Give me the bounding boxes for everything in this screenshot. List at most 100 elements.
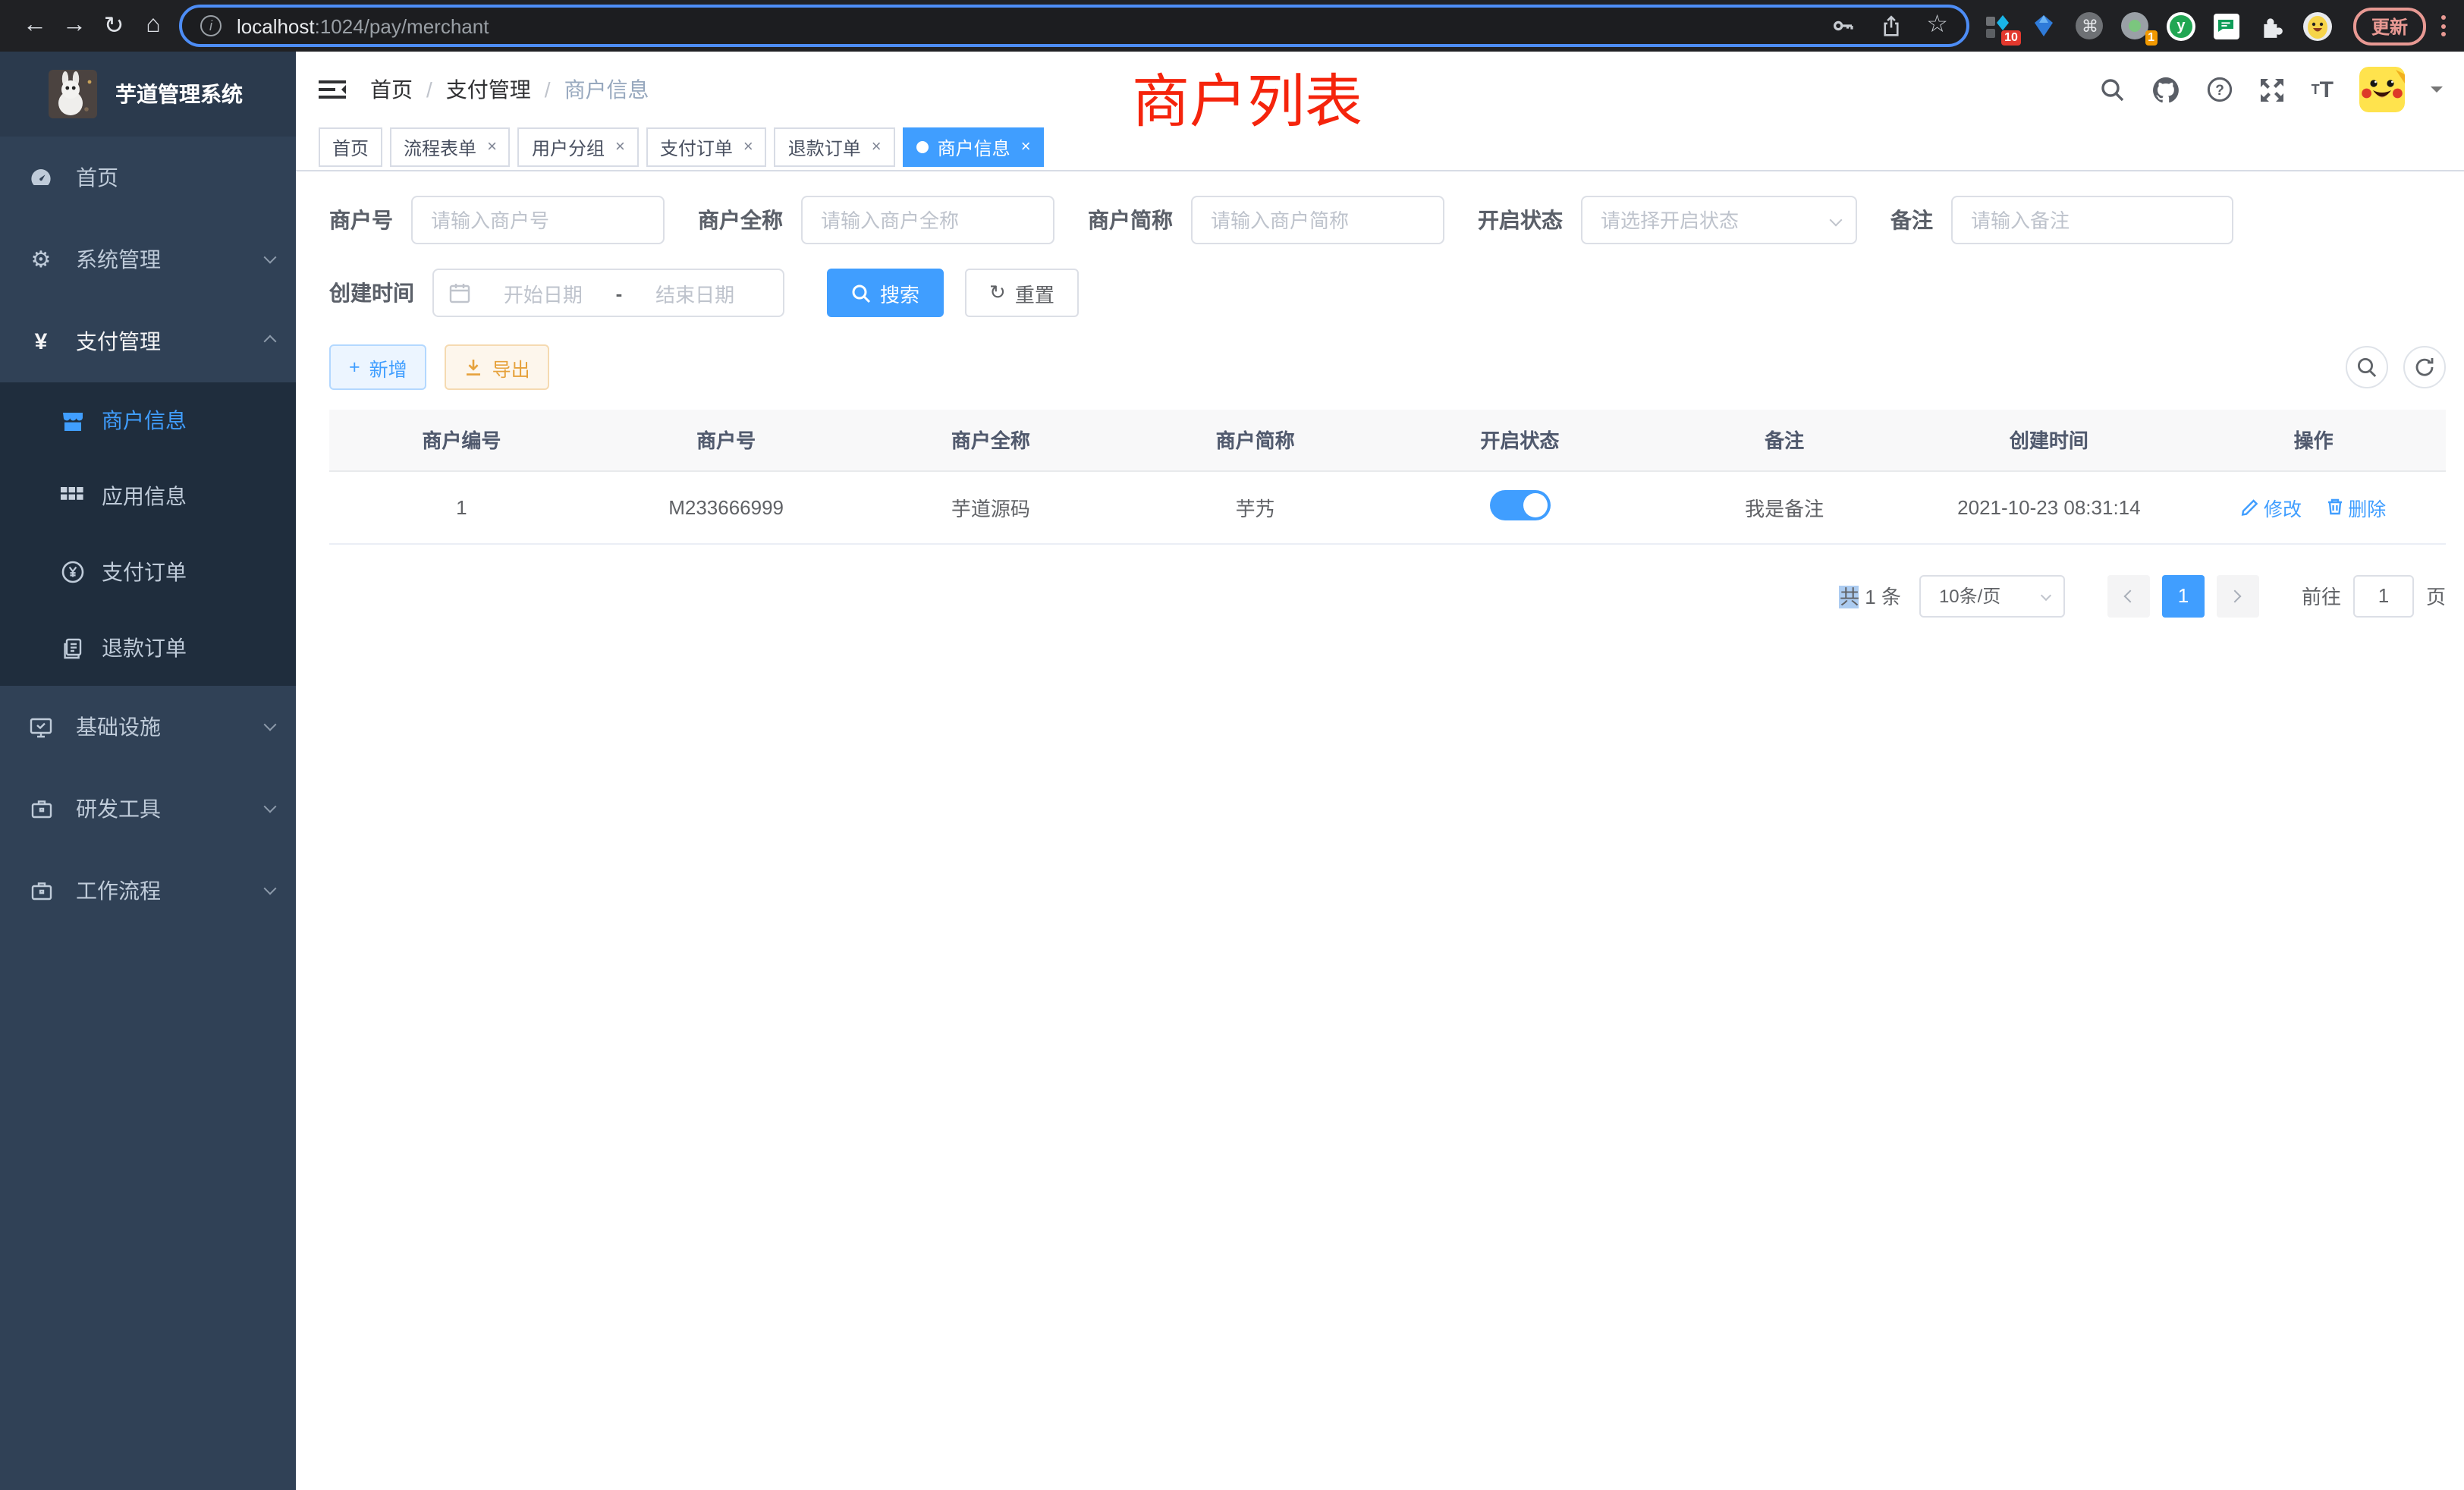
site-info-icon[interactable]: i: [200, 15, 222, 36]
close-icon[interactable]: ×: [743, 139, 753, 156]
close-icon[interactable]: ×: [615, 139, 625, 156]
extension-chat-icon[interactable]: [2212, 11, 2241, 40]
cell-short-name: 芋艿: [1123, 470, 1388, 543]
close-icon[interactable]: ×: [872, 139, 882, 156]
prev-page-button[interactable]: [2107, 574, 2150, 617]
delete-link[interactable]: 删除: [2325, 492, 2386, 521]
sidebar-item-payment[interactable]: ¥ 支付管理: [0, 300, 296, 382]
yen-circle-icon: [59, 560, 85, 584]
address-bar[interactable]: i localhost:1024/pay/merchant ☆: [179, 5, 1969, 47]
sidebar-item-dev-tools[interactable]: 研发工具: [0, 768, 296, 850]
sidebar-item-home[interactable]: 首页: [0, 137, 296, 218]
cell-remark: 我是备注: [1652, 470, 1917, 543]
status-select[interactable]: [1581, 196, 1857, 244]
tab-home[interactable]: 首页: [319, 127, 382, 167]
extension-yudao-icon[interactable]: y: [2167, 11, 2195, 40]
chevron-down-icon: [264, 718, 277, 731]
toggle-search-button[interactable]: [2346, 346, 2388, 388]
extension-command-icon[interactable]: ⌘: [2076, 11, 2104, 40]
tab-pay-order[interactable]: 支付订单×: [646, 127, 767, 167]
extensions-area: 10 ⌘ 1 y: [1985, 11, 2332, 40]
tab-merchant-info[interactable]: 商户信息×: [903, 127, 1045, 167]
add-button[interactable]: + 新增: [329, 344, 427, 390]
sidebar-item-refund-order[interactable]: 退款订单: [0, 610, 296, 686]
reset-button[interactable]: ↻ 重置: [965, 269, 1079, 317]
browser-menu-icon[interactable]: [2435, 15, 2452, 36]
extension-recorder-icon[interactable]: 1: [2121, 11, 2150, 40]
short-name-input[interactable]: [1191, 196, 1444, 244]
remark-input[interactable]: [1951, 196, 2233, 244]
extension-gem-icon[interactable]: [2030, 11, 2059, 40]
sidebar-item-label: 支付订单: [102, 557, 187, 587]
back-icon[interactable]: ←: [15, 12, 55, 39]
yen-icon: ¥: [27, 328, 55, 354]
remark-label: 备注: [1890, 205, 1933, 235]
github-icon[interactable]: [2152, 75, 2181, 104]
cell-merchant-no: M233666999: [594, 470, 859, 543]
avatar-dropdown-caret[interactable]: [2431, 86, 2443, 99]
plus-icon: +: [349, 357, 360, 378]
cell-merchant-id: 1: [329, 470, 594, 543]
sidebar-item-infrastructure[interactable]: 基础设施: [0, 686, 296, 768]
url-path: :1024/pay/merchant: [315, 14, 489, 37]
full-name-input[interactable]: [801, 196, 1054, 244]
search-button[interactable]: 搜索: [827, 269, 944, 317]
password-key-icon[interactable]: [1831, 14, 1855, 38]
date-range-picker[interactable]: 开始日期 - 结束日期: [432, 269, 784, 317]
chevron-down-icon: [264, 251, 277, 264]
sidebar-fold-icon[interactable]: [319, 76, 346, 103]
forward-icon[interactable]: →: [55, 12, 94, 39]
fullscreen-icon[interactable]: [2260, 77, 2286, 102]
extensions-puzzle-icon[interactable]: [2258, 11, 2286, 40]
close-icon[interactable]: ×: [1021, 139, 1031, 156]
date-end-placeholder: 结束日期: [622, 278, 768, 307]
user-avatar[interactable]: [2359, 67, 2405, 112]
help-icon[interactable]: ?: [2207, 76, 2234, 103]
breadcrumb-home[interactable]: 首页: [370, 74, 413, 105]
sidebar-item-label: 商户信息: [102, 405, 187, 435]
page-header: 首页 / 支付管理 / 商户信息 ?: [296, 52, 2464, 127]
close-icon[interactable]: ×: [487, 139, 497, 156]
font-size-icon[interactable]: TT: [2312, 77, 2334, 102]
svg-text:?: ?: [2216, 83, 2225, 99]
sidebar-logo[interactable]: 芋道管理系统: [0, 52, 296, 137]
extension-tabs-icon[interactable]: 10: [1985, 11, 2013, 40]
reload-icon[interactable]: ↻: [94, 11, 134, 41]
refresh-table-button[interactable]: [2403, 346, 2446, 388]
breadcrumb-current: 商户信息: [564, 74, 649, 105]
page-size-select[interactable]: 10条/页: [1919, 574, 2065, 617]
tab-user-group[interactable]: 用户分组×: [518, 127, 639, 167]
url-host: localhost: [237, 14, 315, 37]
export-button[interactable]: 导出: [445, 344, 550, 390]
y-glyph: y: [2170, 14, 2192, 37]
next-page-button[interactable]: [2217, 574, 2259, 617]
sidebar-item-workflow[interactable]: 工作流程: [0, 850, 296, 932]
bookmark-star-icon[interactable]: ☆: [1926, 14, 1948, 38]
goto-page-input[interactable]: [2353, 574, 2414, 617]
profile-avatar-icon[interactable]: [2303, 11, 2332, 40]
sidebar: 芋道管理系统 首页 ⚙ 系统管理 ¥ 支付管理: [0, 52, 296, 1490]
share-icon[interactable]: [1879, 14, 1902, 37]
refresh-icon: [2414, 357, 2435, 378]
breadcrumb-payment[interactable]: 支付管理: [446, 74, 531, 105]
sidebar-item-system[interactable]: ⚙ 系统管理: [0, 218, 296, 300]
home-icon[interactable]: ⌂: [134, 12, 173, 39]
browser-toolbar: ← → ↻ ⌂ i localhost:1024/pay/merchant ☆ …: [0, 0, 2464, 52]
cell-create-time: 2021-10-23 08:31:14: [1917, 470, 2182, 543]
sidebar-item-pay-order[interactable]: 支付订单: [0, 534, 296, 610]
browser-update-button[interactable]: 更新: [2353, 7, 2426, 45]
search-icon: [2356, 357, 2378, 378]
refresh-icon: ↻: [989, 281, 1006, 305]
payment-submenu: 商户信息 应用信息 支付订单: [0, 382, 296, 686]
sidebar-item-app-info[interactable]: 应用信息: [0, 458, 296, 534]
page-number-1[interactable]: 1: [2162, 574, 2205, 617]
download-icon: [465, 358, 483, 376]
cell-actions: 修改 删除: [2181, 470, 2446, 543]
edit-link[interactable]: 修改: [2241, 492, 2302, 521]
status-toggle-on[interactable]: [1489, 489, 1550, 520]
sidebar-item-merchant-info[interactable]: 商户信息: [0, 382, 296, 458]
tab-process-form[interactable]: 流程表单×: [390, 127, 511, 167]
tab-refund-order[interactable]: 退款订单×: [775, 127, 895, 167]
merchant-no-input[interactable]: [411, 196, 665, 244]
search-icon[interactable]: [2101, 77, 2126, 102]
